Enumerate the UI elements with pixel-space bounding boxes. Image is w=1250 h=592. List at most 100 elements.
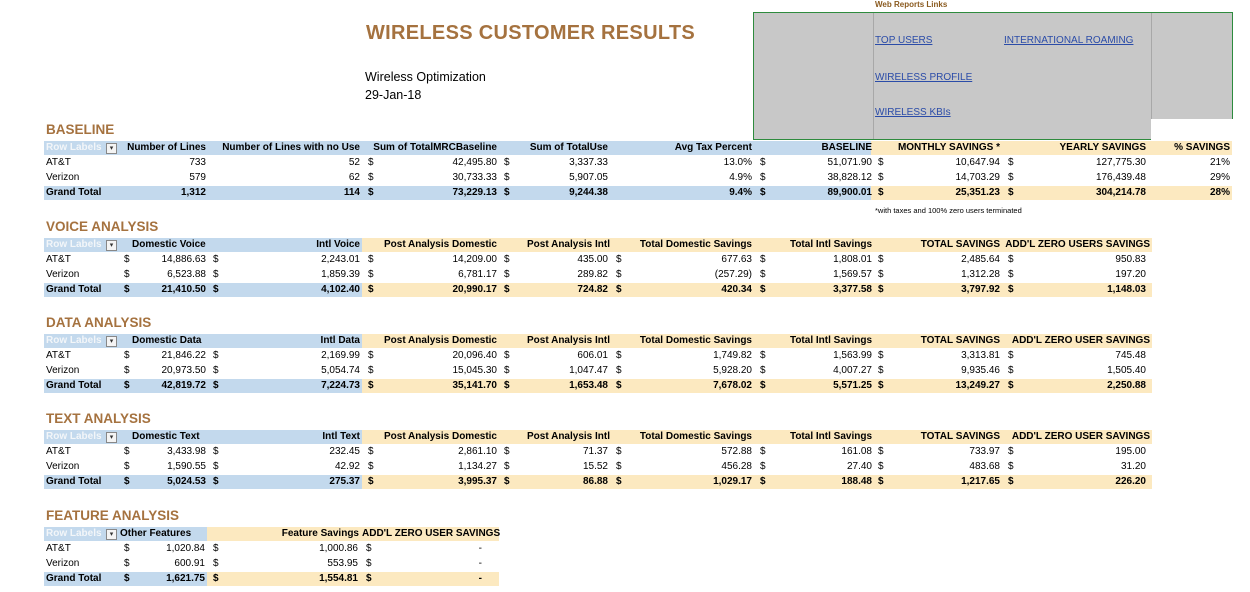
- col-header: % SAVINGS: [1174, 142, 1230, 153]
- wireless-kbis-link[interactable]: WIRELESS KBIs: [875, 107, 951, 118]
- currency-sign: $: [616, 284, 622, 295]
- currency-sign: $: [1008, 284, 1014, 295]
- cell-yearly: 304,214.78: [1095, 187, 1146, 198]
- top-users-link[interactable]: TOP USERS: [875, 35, 932, 46]
- currency-sign: $: [124, 380, 130, 391]
- report-date: 29-Jan-18: [365, 88, 422, 102]
- currency-sign: $: [878, 461, 884, 472]
- currency-sign: $: [213, 365, 219, 376]
- col-header: Sum of TotalUse: [529, 142, 608, 153]
- voice-title: VOICE ANALYSIS: [46, 219, 159, 234]
- row-label: AT&T: [46, 254, 71, 265]
- currency-sign: $: [124, 476, 130, 487]
- cell-pct: 28%: [1209, 187, 1230, 198]
- cell-value: 1,505.40: [1107, 365, 1146, 376]
- baseline-header-row: Row Labels ▾ Number of Lines Number of L…: [44, 141, 1232, 155]
- row-labels-header: Row Labels: [46, 335, 102, 346]
- cell-baseline: 38,828.12: [827, 172, 873, 183]
- row-labels-header: Row Labels: [46, 528, 102, 539]
- cell-value: 435.00: [577, 254, 608, 265]
- currency-sign: $: [1008, 157, 1014, 168]
- cell-value: 553.95: [327, 558, 358, 569]
- col-header: Other Features: [120, 528, 192, 539]
- col-header: Total Intl Savings: [789, 335, 872, 346]
- currency-sign: $: [878, 284, 884, 295]
- cell-value: 1,000.86: [319, 543, 358, 554]
- cell-value: 1,859.39: [321, 269, 360, 280]
- filter-dropdown-icon[interactable]: ▾: [106, 432, 117, 443]
- currency-sign: $: [760, 284, 766, 295]
- cell-pct: 21%: [1209, 157, 1230, 168]
- currency-sign: $: [366, 558, 372, 569]
- cell-no-use: 114: [343, 187, 360, 198]
- filter-dropdown-icon[interactable]: ▾: [106, 336, 117, 347]
- currency-sign: $: [1008, 350, 1014, 361]
- cell-pct: 29%: [1209, 172, 1230, 183]
- currency-sign: $: [760, 476, 766, 487]
- row-label: Grand Total: [46, 476, 102, 487]
- currency-sign: $: [616, 254, 622, 265]
- currency-sign: $: [1008, 476, 1014, 487]
- cell-value: 42,819.72: [161, 380, 207, 391]
- currency-sign: $: [1008, 172, 1014, 183]
- cell-value: 1,653.48: [569, 380, 608, 391]
- filter-dropdown-icon[interactable]: ▾: [106, 240, 117, 251]
- cell-value: 289.82: [577, 269, 608, 280]
- cell-mrc: 30,733.33: [452, 172, 498, 183]
- row-label: AT&T: [46, 350, 71, 361]
- currency-sign: $: [213, 461, 219, 472]
- col-header: ADD'L ZERO USER SAVINGS: [1011, 431, 1150, 442]
- currency-sign: $: [1008, 254, 1014, 265]
- currency-sign: $: [878, 254, 884, 265]
- currency-sign: $: [213, 350, 219, 361]
- cell-value: 1,217.65: [961, 476, 1000, 487]
- col-header: MONTHLY SAVINGS *: [897, 142, 1000, 153]
- cell-value: 5,024.53: [167, 476, 206, 487]
- baseline-title: BASELINE: [46, 122, 115, 137]
- col-header: Domestic Data: [132, 335, 202, 346]
- col-header: ADD'L ZERO USERS SAVINGS: [1005, 239, 1150, 250]
- cell-value: 21,410.50: [161, 284, 207, 295]
- col-header: Post Analysis Domestic: [383, 431, 497, 442]
- cell-value: 572.88: [721, 446, 752, 457]
- cell-value: 724.82: [577, 284, 608, 295]
- grand-total-row: Grand Total $42,819.72 $7,224.73 $35,141.70…: [44, 379, 1152, 393]
- currency-sign: $: [368, 365, 374, 376]
- filter-dropdown-icon[interactable]: ▾: [106, 529, 117, 540]
- currency-sign: $: [616, 365, 622, 376]
- wireless-profile-link[interactable]: WIRELESS PROFILE: [875, 72, 972, 83]
- cell-value: 5,054.74: [321, 365, 360, 376]
- filter-dropdown-icon[interactable]: ▾: [106, 143, 117, 154]
- col-header: Number of Lines with no Use: [222, 142, 360, 153]
- cell-value: 1,569.57: [833, 269, 872, 280]
- currency-sign: $: [760, 380, 766, 391]
- currency-sign: $: [878, 172, 884, 183]
- international-roaming-link[interactable]: INTERNATIONAL ROAMING: [1004, 35, 1133, 46]
- cell-value: 3,313.81: [961, 350, 1000, 361]
- cell-value: 20,973.50: [161, 365, 207, 376]
- cell-yearly: 176,439.48: [1095, 172, 1146, 183]
- cell-value: 483.68: [969, 461, 1000, 472]
- subtitle: Wireless Optimization: [365, 70, 486, 84]
- cell-value: 195.00: [1115, 446, 1146, 457]
- cell-baseline: 89,900.01: [827, 187, 873, 198]
- col-header: TOTAL SAVINGS: [920, 335, 1000, 346]
- col-header: Total Domestic Savings: [639, 239, 752, 250]
- currency-sign: $: [760, 157, 766, 168]
- cell-value: 5,571.25: [833, 380, 872, 391]
- currency-sign: $: [504, 172, 510, 183]
- currency-sign: $: [368, 284, 374, 295]
- currency-sign: $: [616, 269, 622, 280]
- cell-value: 1,749.82: [713, 350, 752, 361]
- currency-sign: $: [504, 254, 510, 265]
- cell-value: 232.45: [329, 446, 360, 457]
- cell-value: 456.28: [721, 461, 752, 472]
- table-row: Verizon $20,973.50 $5,054.74 $15,045.30 $1,0…: [44, 364, 1152, 378]
- currency-sign: $: [760, 461, 766, 472]
- cell-value: 15,045.30: [452, 365, 498, 376]
- cell-no-use: 62: [348, 172, 360, 183]
- feature-header-row: Row Labels ▾ Other Features Feature Savi…: [44, 527, 500, 541]
- col-header: Post Analysis Intl: [527, 239, 610, 250]
- cell-lines: 579: [189, 172, 206, 183]
- cell-value: 2,250.88: [1107, 380, 1146, 391]
